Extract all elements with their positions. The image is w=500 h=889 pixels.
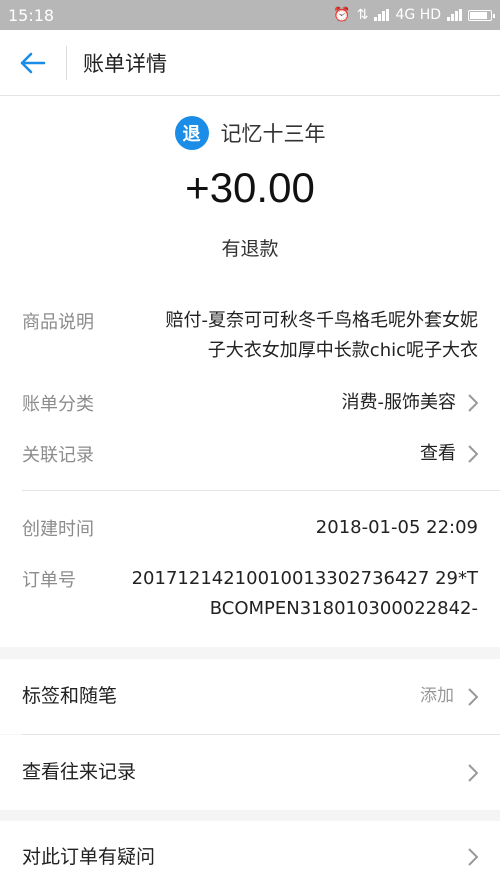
product-line-1: 赔付-夏奈可可秋冬千鸟格毛呢外套女妮 <box>165 310 479 331</box>
bill-amount: +30.00 <box>185 164 315 211</box>
chevron-right-icon <box>464 685 482 709</box>
refund-status: 有退款 <box>221 238 279 260</box>
view-history-label: 查看往来记录 <box>22 761 137 783</box>
merchant-name: 记忆十三年 <box>220 122 326 146</box>
signal-icon <box>374 9 390 21</box>
order-number-line-1: 20171214210010013302736427 29*T <box>131 568 478 589</box>
alarm-icon: ⏰ <box>333 7 351 23</box>
category-label: 账单分类 <box>22 394 94 415</box>
product-line-2: 子大衣女加厚中长款chic呢子大衣 <box>207 340 478 361</box>
product-value: 赔付-夏奈可可秋冬千鸟格毛呢外套女妮 子大衣女加厚中长款chic呢子大衣 <box>166 306 479 366</box>
order-number-value: 20171214210010013302736427 29*T BCOMPEN3… <box>108 564 478 624</box>
chevron-right-icon <box>464 761 482 785</box>
nav-divider <box>66 45 67 80</box>
status-icons: ⏰ ⇅ 4G HD <box>333 7 495 23</box>
order-question-label: 对此订单有疑问 <box>22 846 156 868</box>
back-arrow-icon <box>20 52 46 73</box>
status-bar: 15:18 ⏰ ⇅ 4G HD <box>0 0 500 30</box>
related-label: 关联记录 <box>22 445 94 466</box>
created-time-label: 创建时间 <box>22 519 94 540</box>
product-label: 商品说明 <box>22 312 94 333</box>
chevron-right-icon <box>464 845 482 869</box>
order-question-row[interactable]: 对此订单有疑问 <box>0 821 500 889</box>
network-label: 4G HD <box>395 7 441 23</box>
add-tag-hint: 添加 <box>420 686 454 706</box>
chevron-right-icon[interactable] <box>464 442 482 466</box>
tags-notes-row[interactable]: 标签和随笔 添加 <box>0 659 500 734</box>
page-title: 账单详情 <box>83 51 167 76</box>
related-view-link[interactable]: 查看 <box>420 439 456 469</box>
section-divider <box>22 490 500 491</box>
data-arrows-icon: ⇅ <box>356 7 369 23</box>
order-number-label: 订单号 <box>22 570 76 591</box>
merchant-row: 退 记忆十三年 <box>0 116 500 150</box>
chevron-right-icon[interactable] <box>464 391 482 415</box>
view-history-row[interactable]: 查看往来记录 <box>0 735 500 810</box>
bill-detail-card: 退 记忆十三年 +30.00 有退款 商品说明 赔付-夏奈可可秋冬千鸟格毛呢外套… <box>0 96 500 647</box>
nav-bar: 账单详情 <box>0 30 500 96</box>
tags-notes-label: 标签和随笔 <box>22 685 118 707</box>
status-time: 15:18 <box>8 5 55 25</box>
battery-icon <box>468 9 495 21</box>
signal-2-icon <box>447 9 462 21</box>
order-number-line-2: BCOMPEN318010300022842- <box>209 598 478 619</box>
back-button[interactable] <box>0 30 66 96</box>
created-time-value: 2018-01-05 22:09 <box>315 517 478 538</box>
category-value[interactable]: 消费-服饰美容 <box>342 388 457 418</box>
refund-badge-icon: 退 <box>174 116 209 150</box>
